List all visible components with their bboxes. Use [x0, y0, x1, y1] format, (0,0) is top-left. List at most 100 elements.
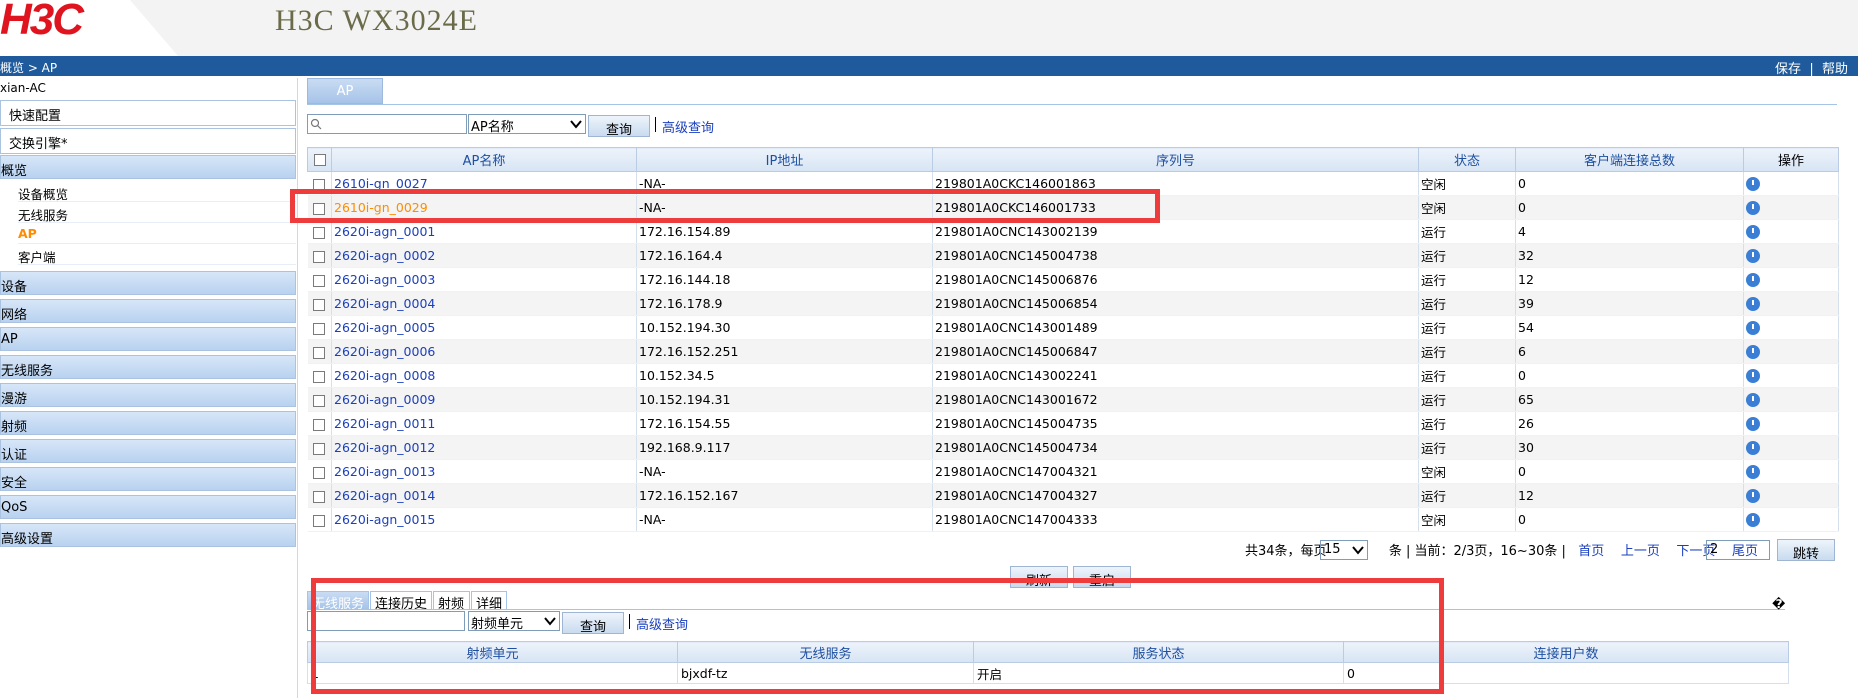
ip-cell: 10.152.194.31: [639, 392, 731, 407]
serial-cell: 219801A0CNC145006876: [935, 272, 1098, 287]
power-reboot-icon[interactable]: [1746, 177, 1760, 192]
client-count-cell: 32: [1518, 248, 1534, 263]
ap-name-cell[interactable]: 2620i-agn_0008: [334, 368, 435, 383]
status-cell: 运行: [1421, 393, 1447, 408]
power-reboot-icon[interactable]: [1746, 297, 1760, 312]
power-reboot-icon[interactable]: [1746, 441, 1760, 456]
power-reboot-icon[interactable]: [1746, 513, 1760, 528]
search-input[interactable]: [307, 114, 467, 134]
ap-name-cell[interactable]: 2620i-agn_0009: [334, 392, 435, 407]
table-row: 2620i-agn_0004 172.16.178.9 219801A0CNC145…: [307, 291, 1839, 316]
table-row: 2620i-agn_0002 172.16.164.4 219801A0CNC145…: [307, 243, 1839, 268]
help-glyph: �: [1772, 597, 1786, 611]
per-page-select[interactable]: 15: [1320, 540, 1368, 560]
sidebar-item-wireless-service[interactable]: 无线服务: [18, 202, 296, 223]
query-button[interactable]: 查询: [588, 115, 650, 138]
ap-name-cell[interactable]: 2620i-agn_0004: [334, 296, 435, 311]
pagination-summary-b: 条 | 当前：2/3页，16~30条 |: [1388, 544, 1566, 559]
sidebar-section[interactable]: 设备: [0, 271, 296, 295]
sidebar-section[interactable]: 安全: [0, 467, 296, 491]
row-checkbox[interactable]: [313, 274, 326, 287]
page-number-input[interactable]: 2: [1706, 540, 1770, 560]
ap-name-cell[interactable]: 2620i-agn_0001: [334, 224, 435, 239]
power-reboot-icon[interactable]: [1746, 369, 1760, 384]
power-reboot-icon[interactable]: [1746, 273, 1760, 288]
row-checkbox[interactable]: [313, 394, 326, 407]
ip-cell: 172.16.152.251: [639, 344, 739, 359]
row-checkbox[interactable]: [313, 418, 326, 431]
sidebar-section[interactable]: 无线服务: [0, 355, 296, 379]
sidebar-section[interactable]: AP: [0, 327, 296, 351]
power-reboot-icon[interactable]: [1746, 249, 1760, 264]
sidebar-item-ap[interactable]: AP: [18, 223, 296, 244]
column-header-status[interactable]: 状态: [1418, 147, 1516, 172]
power-reboot-icon[interactable]: [1746, 225, 1760, 240]
advanced-query-link[interactable]: 高级查询: [654, 117, 714, 136]
ap-name-cell[interactable]: 2620i-agn_0003: [334, 272, 435, 287]
row-checkbox[interactable]: [313, 250, 326, 263]
serial-cell: 219801A0CNC143001489: [935, 320, 1098, 335]
power-reboot-icon[interactable]: [1746, 465, 1760, 480]
power-reboot-icon[interactable]: [1746, 321, 1760, 336]
table-row: 2620i-agn_0014 172.16.152.167 219801A0CNC1…: [307, 483, 1839, 508]
ap-name-cell[interactable]: 2620i-agn_0014: [334, 488, 435, 503]
search-field-select[interactable]: AP名称: [468, 114, 586, 135]
save-link[interactable]: 保存: [1775, 62, 1801, 77]
ap-name-cell[interactable]: 2620i-agn_0015: [334, 512, 435, 527]
table-row: 2620i-agn_0013 -NA- 219801A0CNC147004321 空闲…: [307, 459, 1839, 484]
column-header-ap-name[interactable]: AP名称: [331, 147, 637, 172]
row-checkbox[interactable]: [313, 226, 326, 239]
serial-cell: 219801A0CNC147004327: [935, 488, 1098, 503]
row-checkbox[interactable]: [313, 370, 326, 383]
help-link[interactable]: 帮助: [1822, 62, 1848, 77]
first-page-link[interactable]: 首页: [1578, 544, 1604, 559]
sidebar-section[interactable]: QoS: [0, 495, 296, 519]
breadcrumb: 概览 > AP: [0, 61, 58, 75]
ap-name-cell[interactable]: 2620i-agn_0002: [334, 248, 435, 263]
column-header-serial[interactable]: 序列号: [932, 147, 1419, 172]
highlight-box-detail-panel: [311, 578, 1444, 694]
column-header-client-count[interactable]: 客户端连接总数: [1515, 147, 1744, 172]
sidebar-item-client[interactable]: 客户端: [18, 244, 296, 265]
client-count-cell: 54: [1518, 320, 1534, 335]
ap-name-cell[interactable]: 2620i-agn_0012: [334, 440, 435, 455]
power-reboot-icon[interactable]: [1746, 393, 1760, 408]
sidebar-quick-config[interactable]: 快速配置: [0, 100, 296, 126]
serial-cell: 219801A0CNC145004735: [935, 416, 1098, 431]
sidebar-section[interactable]: 网络: [0, 299, 296, 323]
table-row: 2620i-agn_0003 172.16.144.18 219801A0CNC14…: [307, 267, 1839, 292]
sidebar: xian-AC 快速配置 交换引擎* 概览 设备概览 无线服务 AP 客户端 设…: [0, 78, 298, 698]
row-checkbox[interactable]: [313, 346, 326, 359]
row-checkbox[interactable]: [313, 514, 326, 527]
select-all-checkbox[interactable]: [313, 153, 326, 166]
client-count-cell: 12: [1518, 272, 1534, 287]
column-header-ip[interactable]: IP地址: [636, 147, 933, 172]
power-reboot-icon[interactable]: [1746, 417, 1760, 432]
prev-page-link[interactable]: 上一页: [1621, 544, 1660, 559]
chevron-down-icon: [1352, 546, 1364, 555]
sidebar-switch-engine[interactable]: 交换引擎*: [0, 128, 296, 154]
sidebar-root[interactable]: xian-AC: [0, 81, 46, 95]
row-checkbox[interactable]: [313, 466, 326, 479]
ap-name-cell[interactable]: 2620i-agn_0013: [334, 464, 435, 479]
sidebar-section[interactable]: 漫游: [0, 383, 296, 407]
power-reboot-icon[interactable]: [1746, 201, 1760, 216]
status-cell: 运行: [1421, 441, 1447, 456]
ap-name-cell[interactable]: 2620i-agn_0006: [334, 344, 435, 359]
row-checkbox[interactable]: [313, 442, 326, 455]
jump-button[interactable]: 跳转: [1777, 539, 1835, 562]
sidebar-section[interactable]: 射频: [0, 411, 296, 435]
status-cell: 运行: [1421, 369, 1447, 384]
ap-name-cell[interactable]: 2620i-agn_0005: [334, 320, 435, 335]
sidebar-section[interactable]: 认证: [0, 439, 296, 463]
sidebar-section-overview[interactable]: 概览: [0, 155, 296, 179]
tab-ap[interactable]: AP: [307, 78, 383, 104]
sidebar-item-device-overview[interactable]: 设备概览: [18, 181, 296, 202]
row-checkbox[interactable]: [313, 322, 326, 335]
row-checkbox[interactable]: [313, 298, 326, 311]
power-reboot-icon[interactable]: [1746, 489, 1760, 504]
power-reboot-icon[interactable]: [1746, 345, 1760, 360]
row-checkbox[interactable]: [313, 490, 326, 503]
sidebar-section[interactable]: 高级设置: [0, 523, 296, 547]
ap-name-cell[interactable]: 2620i-agn_0011: [334, 416, 435, 431]
